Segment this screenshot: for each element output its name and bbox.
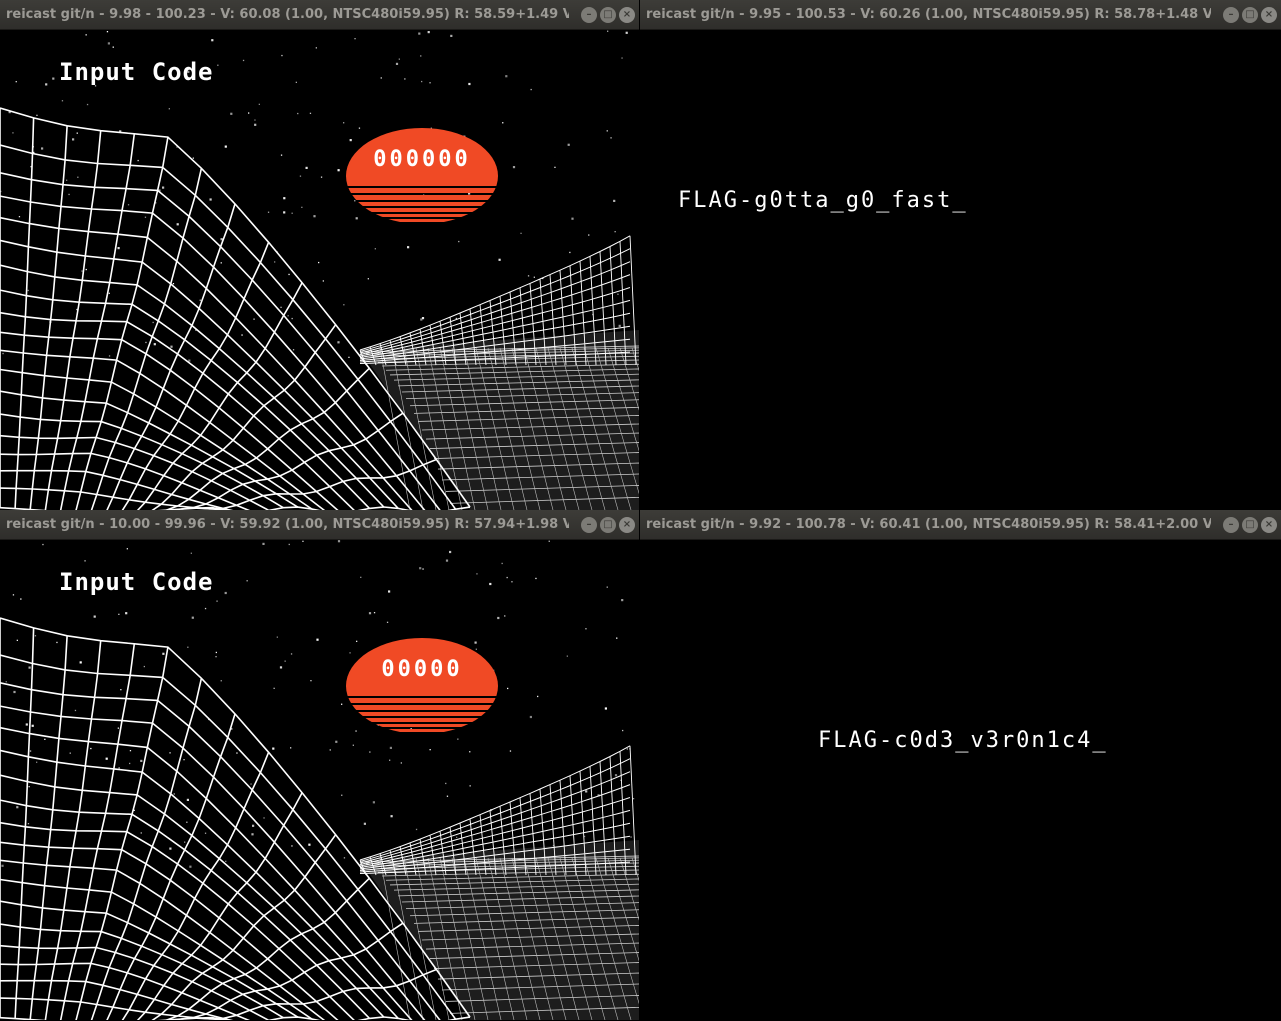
- emulator-window-grid: reicast git/n - 9.98 - 100.23 - V: 60.08…: [0, 0, 1281, 1021]
- emulator-window-2[interactable]: reicast git/n - 9.95 - 100.53 - V: 60.26…: [640, 0, 1281, 510]
- window-titlebar[interactable]: reicast git/n - 9.92 - 100.78 - V: 60.41…: [640, 510, 1281, 540]
- input-code-label: Input Code: [59, 58, 214, 86]
- window-controls: – □ ×: [1223, 7, 1277, 23]
- window-titlebar[interactable]: reicast git/n - 10.00 - 99.96 - V: 59.92…: [0, 510, 639, 540]
- minimize-icon[interactable]: –: [1223, 7, 1239, 23]
- window-title: reicast git/n - 9.95 - 100.53 - V: 60.26…: [646, 7, 1211, 22]
- window-titlebar[interactable]: reicast git/n - 9.98 - 100.23 - V: 60.08…: [0, 0, 639, 30]
- close-icon[interactable]: ×: [1261, 517, 1277, 533]
- input-code-label: Input Code: [59, 568, 214, 596]
- code-entry-display: 000000: [373, 147, 471, 172]
- game-viewport[interactable]: FLAG-g0tta_g0_fast_: [640, 30, 1281, 510]
- maximize-icon[interactable]: □: [600, 517, 616, 533]
- window-controls: – □ ×: [581, 7, 635, 23]
- window-controls: – □ ×: [581, 517, 635, 533]
- window-title: reicast git/n - 9.98 - 100.23 - V: 60.08…: [6, 7, 569, 22]
- minimize-icon[interactable]: –: [581, 517, 597, 533]
- game-viewport[interactable]: FLAG-c0d3_v3r0n1c4_: [640, 540, 1281, 1021]
- emulator-window-1[interactable]: reicast git/n - 9.98 - 100.23 - V: 60.08…: [0, 0, 639, 510]
- close-icon[interactable]: ×: [619, 7, 635, 23]
- minimize-icon[interactable]: –: [1223, 517, 1239, 533]
- flag-text: FLAG-c0d3_v3r0n1c4_: [818, 728, 1108, 753]
- window-controls: – □ ×: [1223, 517, 1277, 533]
- flag-text: FLAG-g0tta_g0_fast_: [678, 188, 968, 213]
- maximize-icon[interactable]: □: [1242, 7, 1258, 23]
- maximize-icon[interactable]: □: [1242, 517, 1258, 533]
- game-viewport[interactable]: Input Code 000000: [0, 30, 639, 510]
- window-titlebar[interactable]: reicast git/n - 9.95 - 100.53 - V: 60.26…: [640, 0, 1281, 30]
- wireframe-scene: [0, 540, 639, 1020]
- window-title: reicast git/n - 9.92 - 100.78 - V: 60.41…: [646, 517, 1211, 532]
- game-viewport[interactable]: Input Code 00000: [0, 540, 639, 1021]
- maximize-icon[interactable]: □: [600, 7, 616, 23]
- close-icon[interactable]: ×: [619, 517, 635, 533]
- close-icon[interactable]: ×: [1261, 7, 1277, 23]
- window-title: reicast git/n - 10.00 - 99.96 - V: 59.92…: [6, 517, 569, 532]
- minimize-icon[interactable]: –: [581, 7, 597, 23]
- wireframe-scene: [0, 30, 639, 510]
- emulator-window-4[interactable]: reicast git/n - 9.92 - 100.78 - V: 60.41…: [640, 510, 1281, 1021]
- emulator-window-3[interactable]: reicast git/n - 10.00 - 99.96 - V: 59.92…: [0, 510, 639, 1021]
- code-entry-display: 00000: [381, 657, 463, 682]
